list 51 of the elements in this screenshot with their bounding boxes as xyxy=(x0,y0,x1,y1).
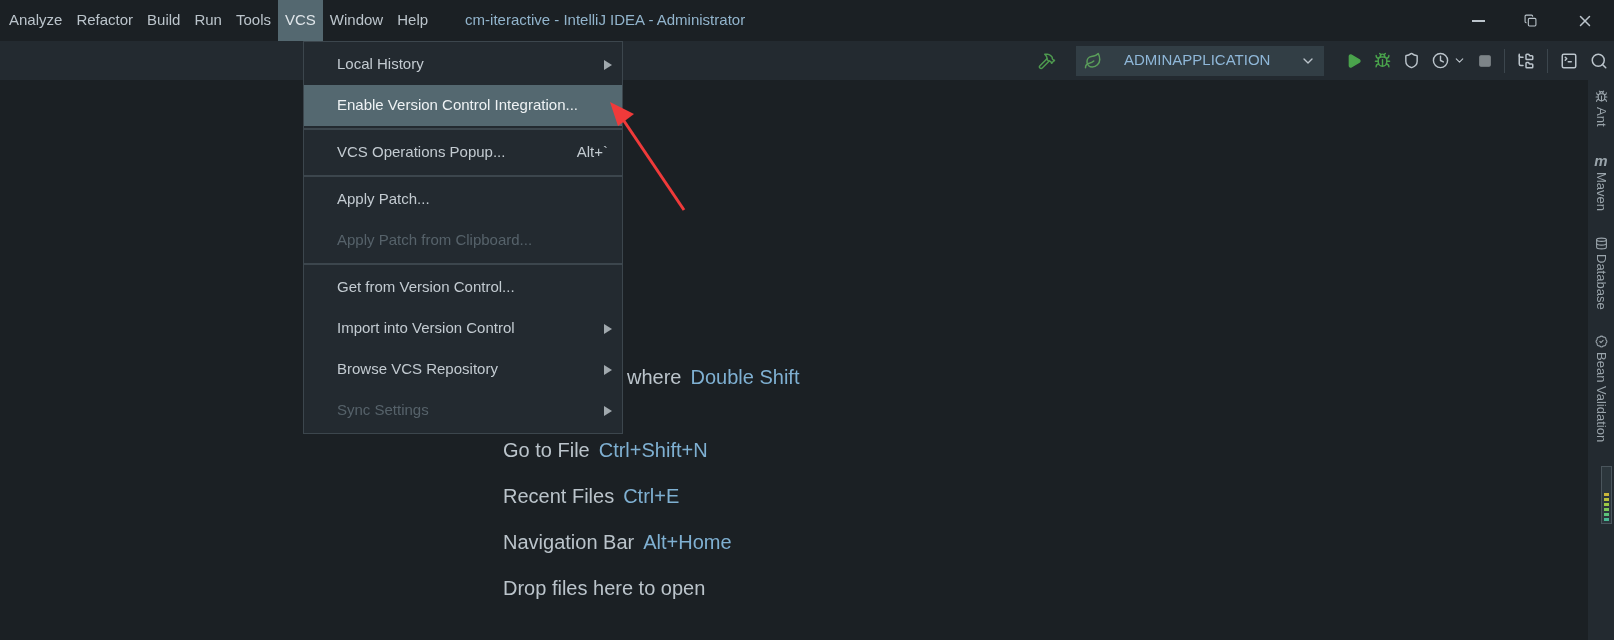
tool-window-tab[interactable]: Database xyxy=(1591,236,1611,310)
menu-shortcut: Alt+` xyxy=(576,142,608,163)
badge-check-icon xyxy=(1594,335,1608,349)
menu-bar-item[interactable]: VCS xyxy=(278,0,323,41)
minimize-icon xyxy=(1471,19,1485,22)
run-configuration-name: ADMINAPPLICATION xyxy=(1123,50,1272,71)
profiler-clock-icon[interactable] xyxy=(1432,52,1449,69)
tool-window-tab[interactable]: Bean Validation xyxy=(1591,335,1611,443)
menu-bar-item[interactable]: Tools xyxy=(228,0,278,41)
tool-window-label: Maven xyxy=(1592,171,1610,211)
menu-item[interactable]: Browse VCS Repository xyxy=(304,349,622,390)
menu-item[interactable]: Enable Version Control Integration... xyxy=(304,85,622,126)
tool-window-label: Bean Validation xyxy=(1592,352,1610,443)
debug-bug-icon[interactable] xyxy=(1374,52,1391,69)
terminal-icon[interactable] xyxy=(1560,51,1578,70)
menu-bar-item[interactable]: Build xyxy=(140,0,188,41)
menu-item[interactable]: Get from Version Control... xyxy=(304,267,622,308)
ant-icon xyxy=(1594,90,1608,103)
database-icon xyxy=(1594,236,1608,250)
restore-icon xyxy=(1523,14,1537,27)
menu-item[interactable]: Local History xyxy=(304,44,622,85)
menu-bar-item[interactable]: Help xyxy=(390,0,436,41)
tool-window-tab[interactable]: m Maven xyxy=(1591,152,1611,211)
hint-label: where xyxy=(627,365,682,390)
run-icon[interactable] xyxy=(1346,52,1362,69)
hint-label: Go to File xyxy=(503,438,590,463)
build-hammer-icon[interactable] xyxy=(1038,51,1056,70)
hint-label: Navigation Bar xyxy=(503,530,635,555)
menu-item[interactable]: VCS Operations Popup... Alt+` xyxy=(304,132,622,173)
leaf-icon xyxy=(1084,51,1102,70)
tool-window-label: Database xyxy=(1592,253,1610,310)
shield-run-icon[interactable] xyxy=(1403,52,1420,69)
menu-bar-item[interactable]: Run xyxy=(187,0,229,41)
hint-shortcut: Double Shift xyxy=(690,365,800,390)
menu-bar-item[interactable]: Analyze xyxy=(2,0,70,41)
menu-bar-item[interactable]: Window xyxy=(322,0,391,41)
hint-shortcut: Alt+Home xyxy=(643,530,732,555)
tool-window-label: Ant xyxy=(1592,107,1610,127)
hint-label: Recent Files xyxy=(503,484,615,509)
run-configuration-dropdown[interactable]: ADMINAPPLICATION xyxy=(1076,45,1324,76)
menu-item[interactable]: Import into Version Control xyxy=(304,308,622,349)
hint-label: Drop files here to open xyxy=(503,576,706,601)
search-icon[interactable] xyxy=(1590,51,1608,70)
maven-icon: m xyxy=(1594,152,1608,168)
tool-window-tab[interactable]: Ant xyxy=(1591,90,1611,127)
window-title: cm-iteractive - IntelliJ IDEA - Administrator xyxy=(465,10,746,31)
hint-shortcut: Ctrl+E xyxy=(623,484,680,509)
stop-icon[interactable] xyxy=(1478,53,1492,68)
hint-shortcut: Ctrl+Shift+N xyxy=(598,438,708,463)
menu-bar-item[interactable]: Refactor xyxy=(69,0,141,41)
menu-item[interactable]: Apply Patch... xyxy=(304,179,622,220)
